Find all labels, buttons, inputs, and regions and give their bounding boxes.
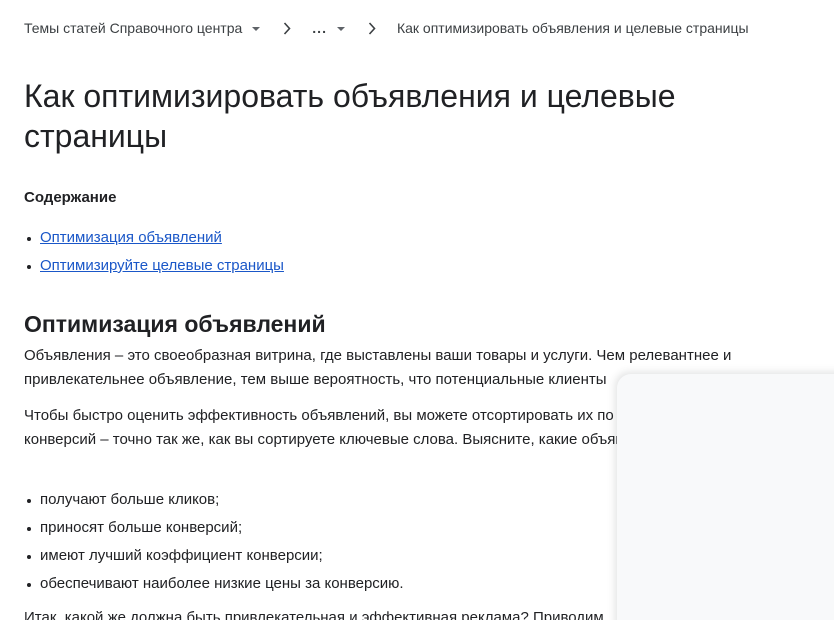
toc-link-optimize-ads[interactable]: Оптимизация объявлений [40, 229, 222, 246]
toc-item: Оптимизация объявлений [24, 224, 284, 252]
breadcrumb-label: Темы статей Справочного центра [24, 20, 243, 36]
caret-down-icon[interactable] [252, 27, 261, 31]
chevron-right-icon [280, 21, 294, 35]
toc-link-optimize-landing-pages[interactable]: Оптимизируйте целевые страницы [40, 257, 284, 274]
help-article-page: Темы статей Справочного центра ... Как о… [0, 0, 834, 620]
chevron-right-icon [365, 21, 379, 35]
breadcrumb: Темы статей Справочного центра ... Как о… [24, 17, 814, 39]
breadcrumb-current: Как оптимизировать объявления и целевые … [396, 20, 749, 36]
toc-list: Оптимизация объявлений Оптимизируйте цел… [24, 224, 284, 280]
overlay-panel[interactable] [617, 374, 834, 620]
list-item: приносят больше конверсий; [24, 514, 404, 542]
list-item: имеют лучший коэффициент конверсии; [24, 542, 404, 570]
breadcrumb-item-help-topics[interactable]: Темы статей Справочного центра [24, 20, 261, 36]
breadcrumb-ellipsis: ... [312, 20, 327, 36]
list-item: получают больше кликов; [24, 486, 404, 514]
caret-down-icon[interactable] [336, 27, 345, 31]
page-title: Как оптимизировать объявления и целевые … [24, 78, 676, 154]
list-item: обеспечивают наиболее низкие цены за кон… [24, 570, 404, 598]
bullet-list: получают больше кликов; приносят больше … [24, 486, 404, 598]
toc-item: Оптимизируйте целевые страницы [24, 252, 284, 280]
toc-heading: Содержание [24, 189, 117, 206]
breadcrumb-item-collapsed[interactable]: ... [312, 20, 345, 36]
section-heading: Оптимизация объявлений [24, 311, 326, 337]
